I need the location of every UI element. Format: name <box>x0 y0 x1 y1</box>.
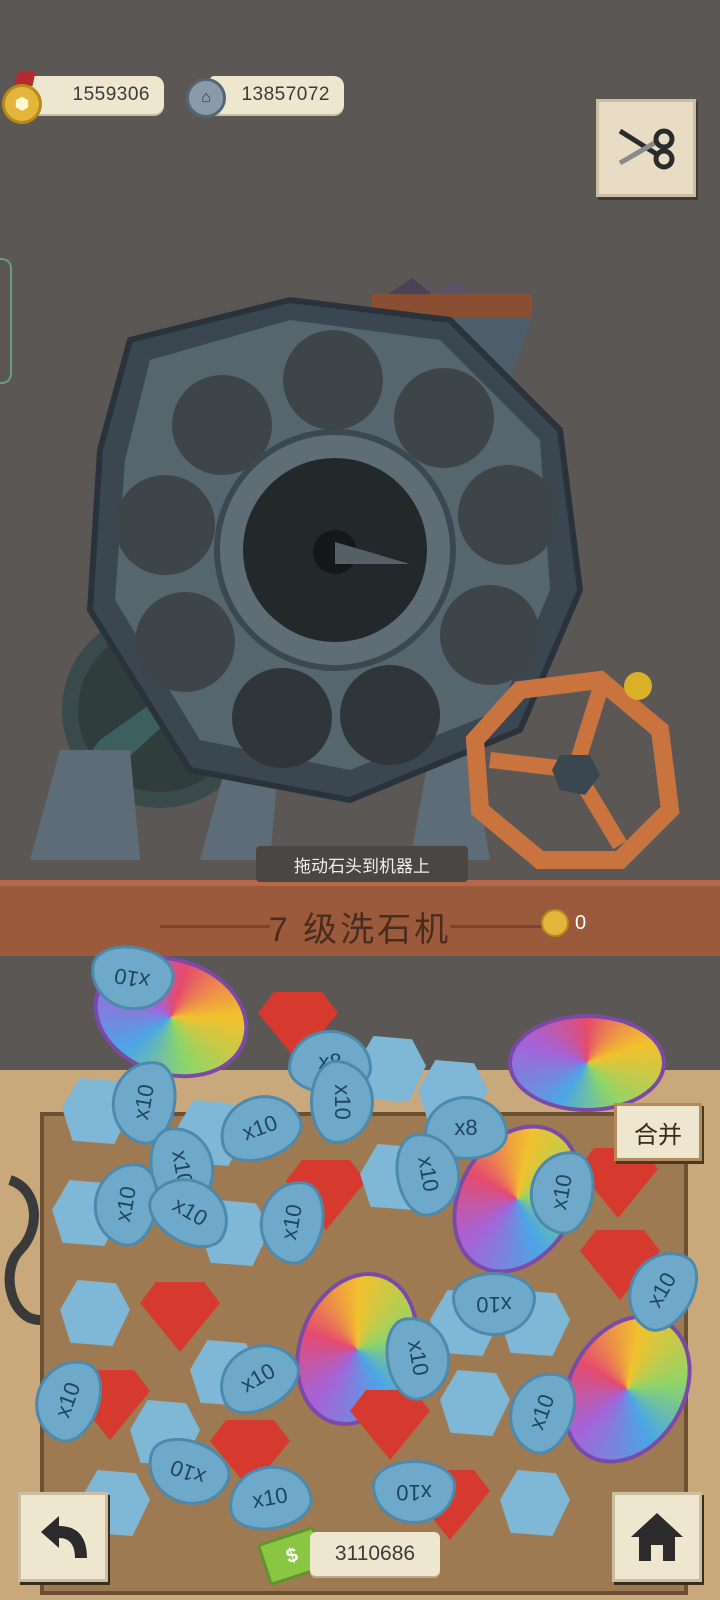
crank-wheel[interactable] <box>465 670 680 869</box>
rainbow-gem[interactable] <box>508 1014 666 1112</box>
scissors-icon <box>618 128 675 170</box>
side-tab-handle[interactable] <box>0 258 12 384</box>
scissors-button[interactable] <box>596 99 696 197</box>
money-counter: 3110686 <box>310 1532 440 1576</box>
reward-medal-icon <box>541 909 569 937</box>
gold-medal-counter: 1559306 <box>30 76 164 114</box>
house-icon <box>631 1513 683 1561</box>
drag-hint: 拖动石头到机器上 <box>256 846 468 882</box>
back-button[interactable] <box>18 1492 108 1582</box>
stone-washing-machine[interactable] <box>20 270 700 880</box>
gold-medal-value: 1559306 <box>72 84 150 105</box>
money-value: 3110686 <box>334 1542 416 1565</box>
silver-coin-value: 13857072 <box>241 84 330 105</box>
machine-title: 7 级洗石机 <box>268 910 452 949</box>
gold-medal-icon: ⬢ <box>2 84 42 124</box>
merge-button[interactable]: 合并 <box>614 1103 702 1161</box>
hook-icon <box>4 1175 41 1325</box>
silver-coin-counter: 13857072 <box>210 76 344 114</box>
home-button[interactable] <box>612 1492 702 1582</box>
reward-count: 0 <box>575 912 587 934</box>
silver-coin-icon: ⌂ <box>186 78 226 118</box>
back-arrow-icon <box>41 1516 87 1558</box>
